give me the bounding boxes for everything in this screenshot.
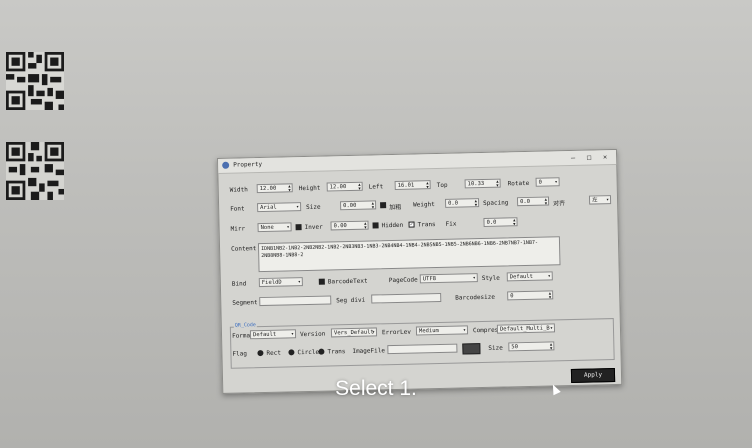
maximize-button[interactable]: □ <box>582 151 596 163</box>
qr-code-image <box>6 142 64 200</box>
trans-checkbox[interactable]: ✓ <box>408 221 415 228</box>
pagecode-label: PageCode <box>388 276 418 285</box>
font-label: Font <box>230 205 245 213</box>
title-bar[interactable]: Property – □ × <box>218 149 617 174</box>
imagefile-input[interactable] <box>387 343 458 355</box>
pagecode-select[interactable]: UTF8 ▾ <box>419 273 478 284</box>
version-label: Version <box>299 330 326 339</box>
imagefile-label: ImageFile <box>352 347 386 355</box>
inver-input[interactable]: 0.00 ▲ ▼ <box>330 220 369 231</box>
rect-radio[interactable] <box>257 349 264 357</box>
size-label: Size <box>488 344 503 352</box>
minimize-button[interactable]: – <box>566 152 580 164</box>
font-size-input[interactable]: 0.00 ▲ ▼ <box>340 200 377 211</box>
segdivi-input[interactable] <box>371 292 442 304</box>
style-label: Style <box>481 274 500 283</box>
bold-label: 加粗 <box>389 203 402 212</box>
circle-radio[interactable] <box>288 349 295 356</box>
trans-radio-label: Trans <box>327 348 346 356</box>
mirr-label: Mirr <box>230 225 246 233</box>
rotate-select[interactable]: 0 ▾ <box>535 177 560 187</box>
trans-radio[interactable] <box>318 348 325 355</box>
qr-group-title: QR_Code <box>233 322 257 329</box>
format-select[interactable]: Default ▾ <box>249 329 297 340</box>
errorlev-select[interactable]: Medium ▾ <box>415 325 469 336</box>
window-title: Property <box>233 160 263 169</box>
segment-label: Segment <box>232 299 258 307</box>
fix-label: Fix <box>445 220 457 228</box>
property-dialog: Property – □ × Width 12.00 ▲ ▼ Height 12.0… <box>217 148 623 394</box>
left-label: Left <box>368 183 384 191</box>
weight-label: Weight <box>413 201 435 209</box>
weight-input[interactable]: 0.0 ▲ ▼ <box>444 198 480 208</box>
browse-button[interactable] <box>462 343 481 355</box>
align-label: 对齐 <box>553 200 566 208</box>
left-input[interactable]: 16.01 ▲ ▼ <box>394 180 431 190</box>
size-label: Size <box>306 203 321 211</box>
top-input[interactable]: 10.33 ▲ ▼ <box>464 178 501 189</box>
height-label: Height <box>298 184 321 193</box>
hidden-checkbox[interactable] <box>372 222 379 229</box>
height-input[interactable]: 12.00 ▲ ▼ <box>326 181 363 192</box>
errorlev-label: ErrorLev <box>381 328 411 337</box>
segment-input[interactable] <box>259 295 332 307</box>
barcodetext-checkbox[interactable] <box>318 278 325 285</box>
barcodesize-label: Barcodesize <box>455 293 496 302</box>
inver-checkbox[interactable] <box>295 224 302 231</box>
barcodetext-label: BarcodeText <box>327 277 368 286</box>
bind-select[interactable]: FieldD ▾ <box>258 277 303 288</box>
rotate-label: Rotate <box>507 179 530 188</box>
flag-label: Flag <box>232 350 247 358</box>
width-label: Width <box>229 186 248 194</box>
bold-checkbox[interactable] <box>380 202 387 209</box>
inver-label: Inver <box>304 223 323 232</box>
close-button[interactable]: × <box>598 151 612 163</box>
barcodesize-input[interactable]: 0 ▲ ▼ <box>507 290 554 301</box>
bind-label: Bind <box>231 280 247 288</box>
align-select[interactable]: 左 ▾ <box>588 195 612 205</box>
spacing-label: Spacing <box>483 199 509 207</box>
segdivi-label: Seg divi <box>336 296 366 305</box>
rect-label: Rect <box>266 349 281 357</box>
qr-size-input[interactable]: 50 ▲ ▼ <box>508 341 555 352</box>
compress-select[interactable]: Default_Multi_B ▾ <box>496 323 556 334</box>
qr-code-image <box>6 52 64 110</box>
mirr-select[interactable]: None ▾ <box>257 222 292 233</box>
spacing-input[interactable]: 0.0 ▲ ▼ <box>516 196 550 207</box>
style-select[interactable]: Default ▾ <box>506 271 553 282</box>
content-label: Content <box>230 245 257 253</box>
font-select[interactable]: Arial ▾ <box>257 202 302 213</box>
version-select[interactable]: Vers_Default ▾ <box>330 327 378 338</box>
content-textarea[interactable]: IDNB1NB2-1NB2-2NB2NB2-1NB2-2NB3NB3-1NB3-… <box>257 236 561 273</box>
hidden-label: Hidden <box>381 221 404 230</box>
video-subtitle: Select 1. <box>335 377 417 400</box>
fix-input[interactable]: 0.0 ▲ ▼ <box>483 217 518 227</box>
app-icon <box>222 161 230 169</box>
top-label: Top <box>436 181 448 190</box>
width-input[interactable]: 12.00 ▲ ▼ <box>256 183 293 194</box>
circle-label: Circle <box>297 348 320 357</box>
trans-label: Trans <box>417 221 436 229</box>
